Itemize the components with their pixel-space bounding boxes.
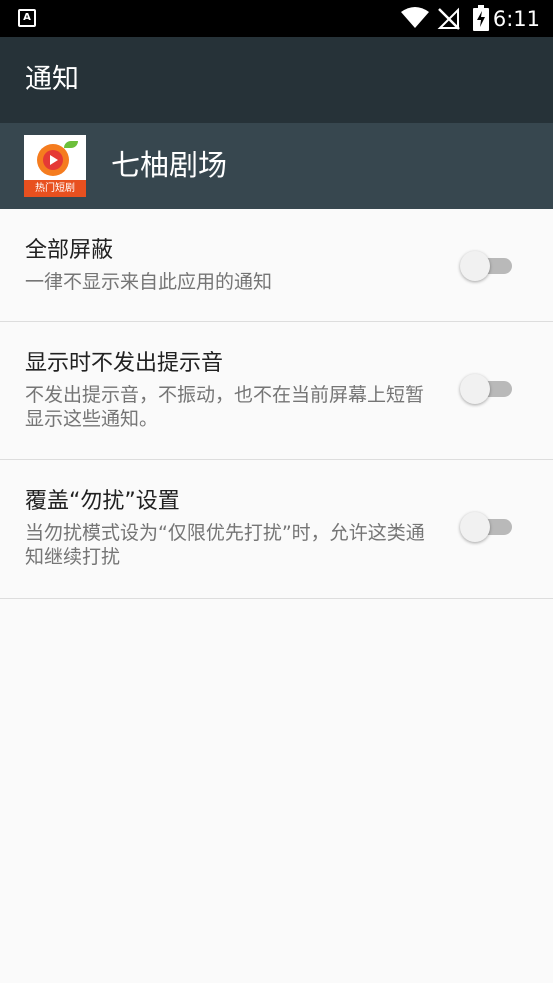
- notification-a-icon: A: [18, 9, 36, 27]
- leaf-icon: [64, 141, 78, 148]
- toggle-thumb: [460, 374, 490, 404]
- setting-subtitle: 当勿扰模式设为“仅限优先打扰”时，允许这类通知继续打扰: [25, 522, 425, 568]
- setting-title: 全部屏蔽: [25, 238, 114, 263]
- toggle-thumb: [460, 512, 490, 542]
- no-signal-icon: [437, 7, 460, 30]
- setting-subtitle: 一律不显示来自此应用的通知: [25, 271, 273, 293]
- setting-title: 覆盖“勿扰”设置: [25, 489, 180, 514]
- app-name: 七柚剧场: [111, 148, 228, 182]
- battery-charging-icon: [473, 5, 489, 31]
- app-icon: 热门短剧: [24, 135, 86, 197]
- app-header: 热门短剧 七柚剧场: [0, 123, 553, 209]
- action-bar: 通知: [0, 37, 553, 123]
- block-all-toggle[interactable]: [460, 249, 512, 281]
- notification-settings-screen: A 6:11 通知 热门短剧 七柚剧场 全部屏蔽 一律不显示来自此应用的通知 显…: [0, 0, 553, 983]
- status-bar: A 6:11: [0, 0, 553, 37]
- override-dnd-toggle[interactable]: [460, 510, 512, 542]
- silent-toggle[interactable]: [460, 372, 512, 404]
- setting-silent[interactable]: 显示时不发出提示音 不发出提示音，不振动，也不在当前屏幕上短暂显示这些通知。: [0, 322, 553, 460]
- page-title: 通知: [25, 64, 79, 95]
- status-time: 6:11: [492, 7, 540, 31]
- wifi-icon: [401, 7, 429, 28]
- app-icon-banner: 热门短剧: [24, 180, 86, 197]
- play-icon: [43, 150, 63, 170]
- setting-block-all[interactable]: 全部屏蔽 一律不显示来自此应用的通知: [0, 209, 553, 322]
- setting-override-dnd[interactable]: 覆盖“勿扰”设置 当勿扰模式设为“仅限优先打扰”时，允许这类通知继续打扰: [0, 460, 553, 599]
- toggle-thumb: [460, 251, 490, 281]
- settings-list: 全部屏蔽 一律不显示来自此应用的通知 显示时不发出提示音 不发出提示音，不振动，…: [0, 209, 553, 599]
- setting-subtitle: 不发出提示音，不振动，也不在当前屏幕上短暂显示这些通知。: [25, 384, 425, 430]
- setting-title: 显示时不发出提示音: [25, 351, 224, 376]
